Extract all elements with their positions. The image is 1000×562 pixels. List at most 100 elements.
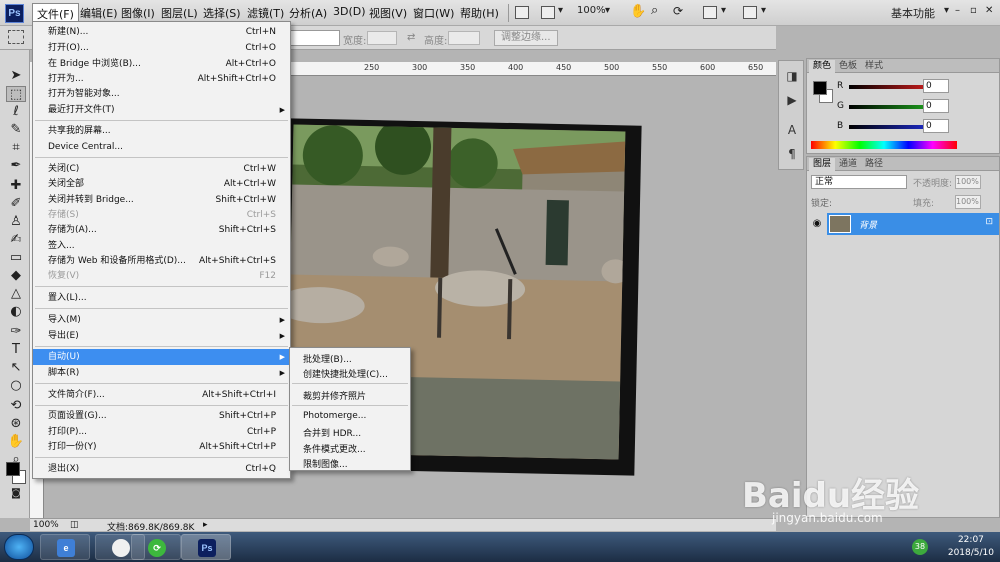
bridge-icon[interactable] [515,6,529,19]
history-panel-icon[interactable]: ◨ [785,69,799,83]
blur-tool-icon[interactable]: △ [6,286,26,302]
channel-b-value[interactable]: 0 [923,119,949,133]
taskbar-clock[interactable]: 22:07 2018/5/10 [948,534,994,560]
restore-button[interactable]: ▫ [970,5,977,16]
menu-item-exit[interactable]: 退出(X) Ctrl+Q [33,461,290,477]
menu-filter[interactable]: 滤镜(T) [247,5,284,21]
menu-item-close-all[interactable]: 关闭全部 Alt+Ctrl+W [33,176,290,192]
submenu-item-conditional-mode[interactable]: 条件模式更改... [303,442,366,455]
path-selection-tool-icon[interactable]: ↖ [6,360,26,376]
menu-item-open-as[interactable]: 打开为... Alt+Shift+Ctrl+O [33,71,290,87]
arrange-documents-icon[interactable] [703,6,717,19]
tab-paths[interactable]: 路径 [861,158,887,171]
brush-tool-icon[interactable]: ✐ [6,196,26,212]
taskbar-browser[interactable]: ⟳ [131,534,181,560]
chevron-down-icon[interactable]: ▾ [605,5,610,16]
menu-item-import[interactable]: 导入(M) ▶ [33,312,290,328]
healing-brush-tool-icon[interactable]: ✚ [6,178,26,194]
channel-g-value[interactable]: 0 [923,99,949,113]
width-field[interactable] [367,31,397,45]
taskbar-photoshop[interactable]: Ps [181,534,231,560]
character-panel-icon[interactable]: A [785,123,799,137]
menu-image[interactable]: 图像(I) [121,5,155,21]
height-field[interactable] [448,31,480,45]
menu-3d[interactable]: 3D(D) [333,5,366,18]
submenu-item-fit-image[interactable]: 限制图像... [303,457,348,470]
move-tool-icon[interactable]: ➤ [6,68,26,84]
zoom-tool-icon[interactable]: ⌕ [651,3,658,18]
history-brush-tool-icon[interactable]: ✍ [6,232,26,248]
layer-row-background[interactable]: 背景 ⊡ [827,213,999,235]
visibility-eye-icon[interactable]: ◉ [809,213,825,235]
menu-item-scripts[interactable]: 脚本(R) ▶ [33,365,290,381]
menu-window[interactable]: 窗口(W) [413,5,454,21]
menu-item-save-for-web[interactable]: 存储为 Web 和设备所用格式(D)... Alt+Shift+Ctrl+S [33,253,290,269]
menu-item-open-smart-object[interactable]: 打开为智能对象... [33,86,290,102]
blend-mode-select[interactable]: 正常 [811,175,907,189]
menu-item-new[interactable]: 新建(N)... Ctrl+N [33,24,290,40]
actions-panel-icon[interactable]: ▶ [785,93,799,107]
shape-tool-icon[interactable]: ○ [6,378,26,394]
3d-rotate-tool-icon[interactable]: ⟲ [6,398,26,414]
paragraph-panel-icon[interactable]: ¶ [785,147,799,161]
color-spectrum-bar[interactable] [811,141,957,149]
eyedropper-tool-icon[interactable]: ✒ [6,158,26,174]
menu-item-page-setup[interactable]: 页面设置(G)... Shift+Ctrl+P [33,408,290,424]
workspace-switcher[interactable]: 基本功能 [891,5,935,21]
menu-edit[interactable]: 编辑(E) [80,5,118,21]
submenu-item-crop-straighten[interactable]: 裁剪并修齐照片 [303,389,366,402]
menu-view[interactable]: 视图(V) [369,5,407,21]
hand-tool-icon[interactable]: ✋ [6,434,26,450]
quick-selection-tool-icon[interactable]: ✎ [6,122,26,138]
status-zoom[interactable]: 100% [33,520,59,530]
tab-layers[interactable]: 图层 [809,158,836,171]
menu-item-open[interactable]: 打开(O)... Ctrl+O [33,40,290,56]
menu-select[interactable]: 选择(S) [203,5,241,21]
submenu-item-create-droplet[interactable]: 创建快捷批处理(C)... [303,367,388,380]
rotate-view-icon[interactable]: ⟳ [673,4,683,18]
menu-item-file-info[interactable]: 文件简介(F)... Alt+Shift+Ctrl+I [33,387,290,403]
opacity-field[interactable]: 100% [955,175,981,189]
crop-tool-icon[interactable]: ⌗ [6,140,26,156]
hand-tool-icon[interactable]: ✋ [630,4,646,19]
color-foreground-swatch[interactable] [813,81,827,95]
menu-item-device-central[interactable]: Device Central... [33,139,290,155]
menu-item-browse-bridge[interactable]: 在 Bridge 中浏览(B)... Alt+Ctrl+O [33,56,290,72]
menu-analysis[interactable]: 分析(A) [289,5,327,21]
zoom-level[interactable]: 100% [577,5,606,16]
clone-stamp-tool-icon[interactable]: ♙ [6,214,26,230]
tab-styles[interactable]: 样式 [861,60,887,73]
swap-icon[interactable]: ⇄ [407,32,415,43]
menu-item-save-as[interactable]: 存储为(A)... Shift+Ctrl+S [33,222,290,238]
3d-orbit-tool-icon[interactable]: ⊛ [6,416,26,432]
minimize-button[interactable]: – [955,5,960,16]
foreground-color-swatch[interactable] [6,462,20,476]
chevron-down-icon[interactable]: ▾ [761,5,766,16]
menu-item-check-in[interactable]: 签入... [33,238,290,254]
menu-layer[interactable]: 图层(L) [161,5,198,21]
marquee-preset-icon[interactable] [8,30,24,44]
quick-mask-icon[interactable]: ◙ [6,486,26,502]
lasso-tool-icon[interactable]: ℓ [6,104,26,120]
menu-item-print[interactable]: 打印(P)... Ctrl+P [33,424,290,440]
tab-swatches[interactable]: 色板 [835,60,861,73]
menu-item-share-screen[interactable]: 共享我的屏幕... [33,123,290,139]
pen-tool-icon[interactable]: ✑ [6,324,26,340]
chevron-down-icon[interactable]: ▾ [944,5,949,16]
menu-item-automate[interactable]: 自动(U) ▶ [33,349,290,365]
menu-help[interactable]: 帮助(H) [460,5,499,21]
submenu-item-batch[interactable]: 批处理(B)... [303,352,352,365]
menu-item-close[interactable]: 关闭(C) Ctrl+W [33,161,290,177]
menu-item-recent-files[interactable]: 最近打开文件(T) ▶ [33,102,290,118]
status-info-icon[interactable]: ◫ [70,520,79,530]
dodge-tool-icon[interactable]: ◐ [6,304,26,320]
chevron-down-icon[interactable]: ▾ [721,5,726,16]
type-tool-icon[interactable]: T [6,342,26,358]
menu-item-close-go-bridge[interactable]: 关闭并转到 Bridge... Shift+Ctrl+W [33,192,290,208]
fill-field[interactable]: 100% [955,195,981,209]
chevron-down-icon[interactable]: ▾ [558,5,563,16]
submenu-item-photomerge[interactable]: Photomerge... [303,411,366,421]
rectangular-marquee-tool-icon[interactable]: ⬚ [6,86,26,102]
status-menu-arrow-icon[interactable]: ▸ [203,520,208,530]
submenu-item-merge-hdr[interactable]: 合并到 HDR... [303,426,361,439]
